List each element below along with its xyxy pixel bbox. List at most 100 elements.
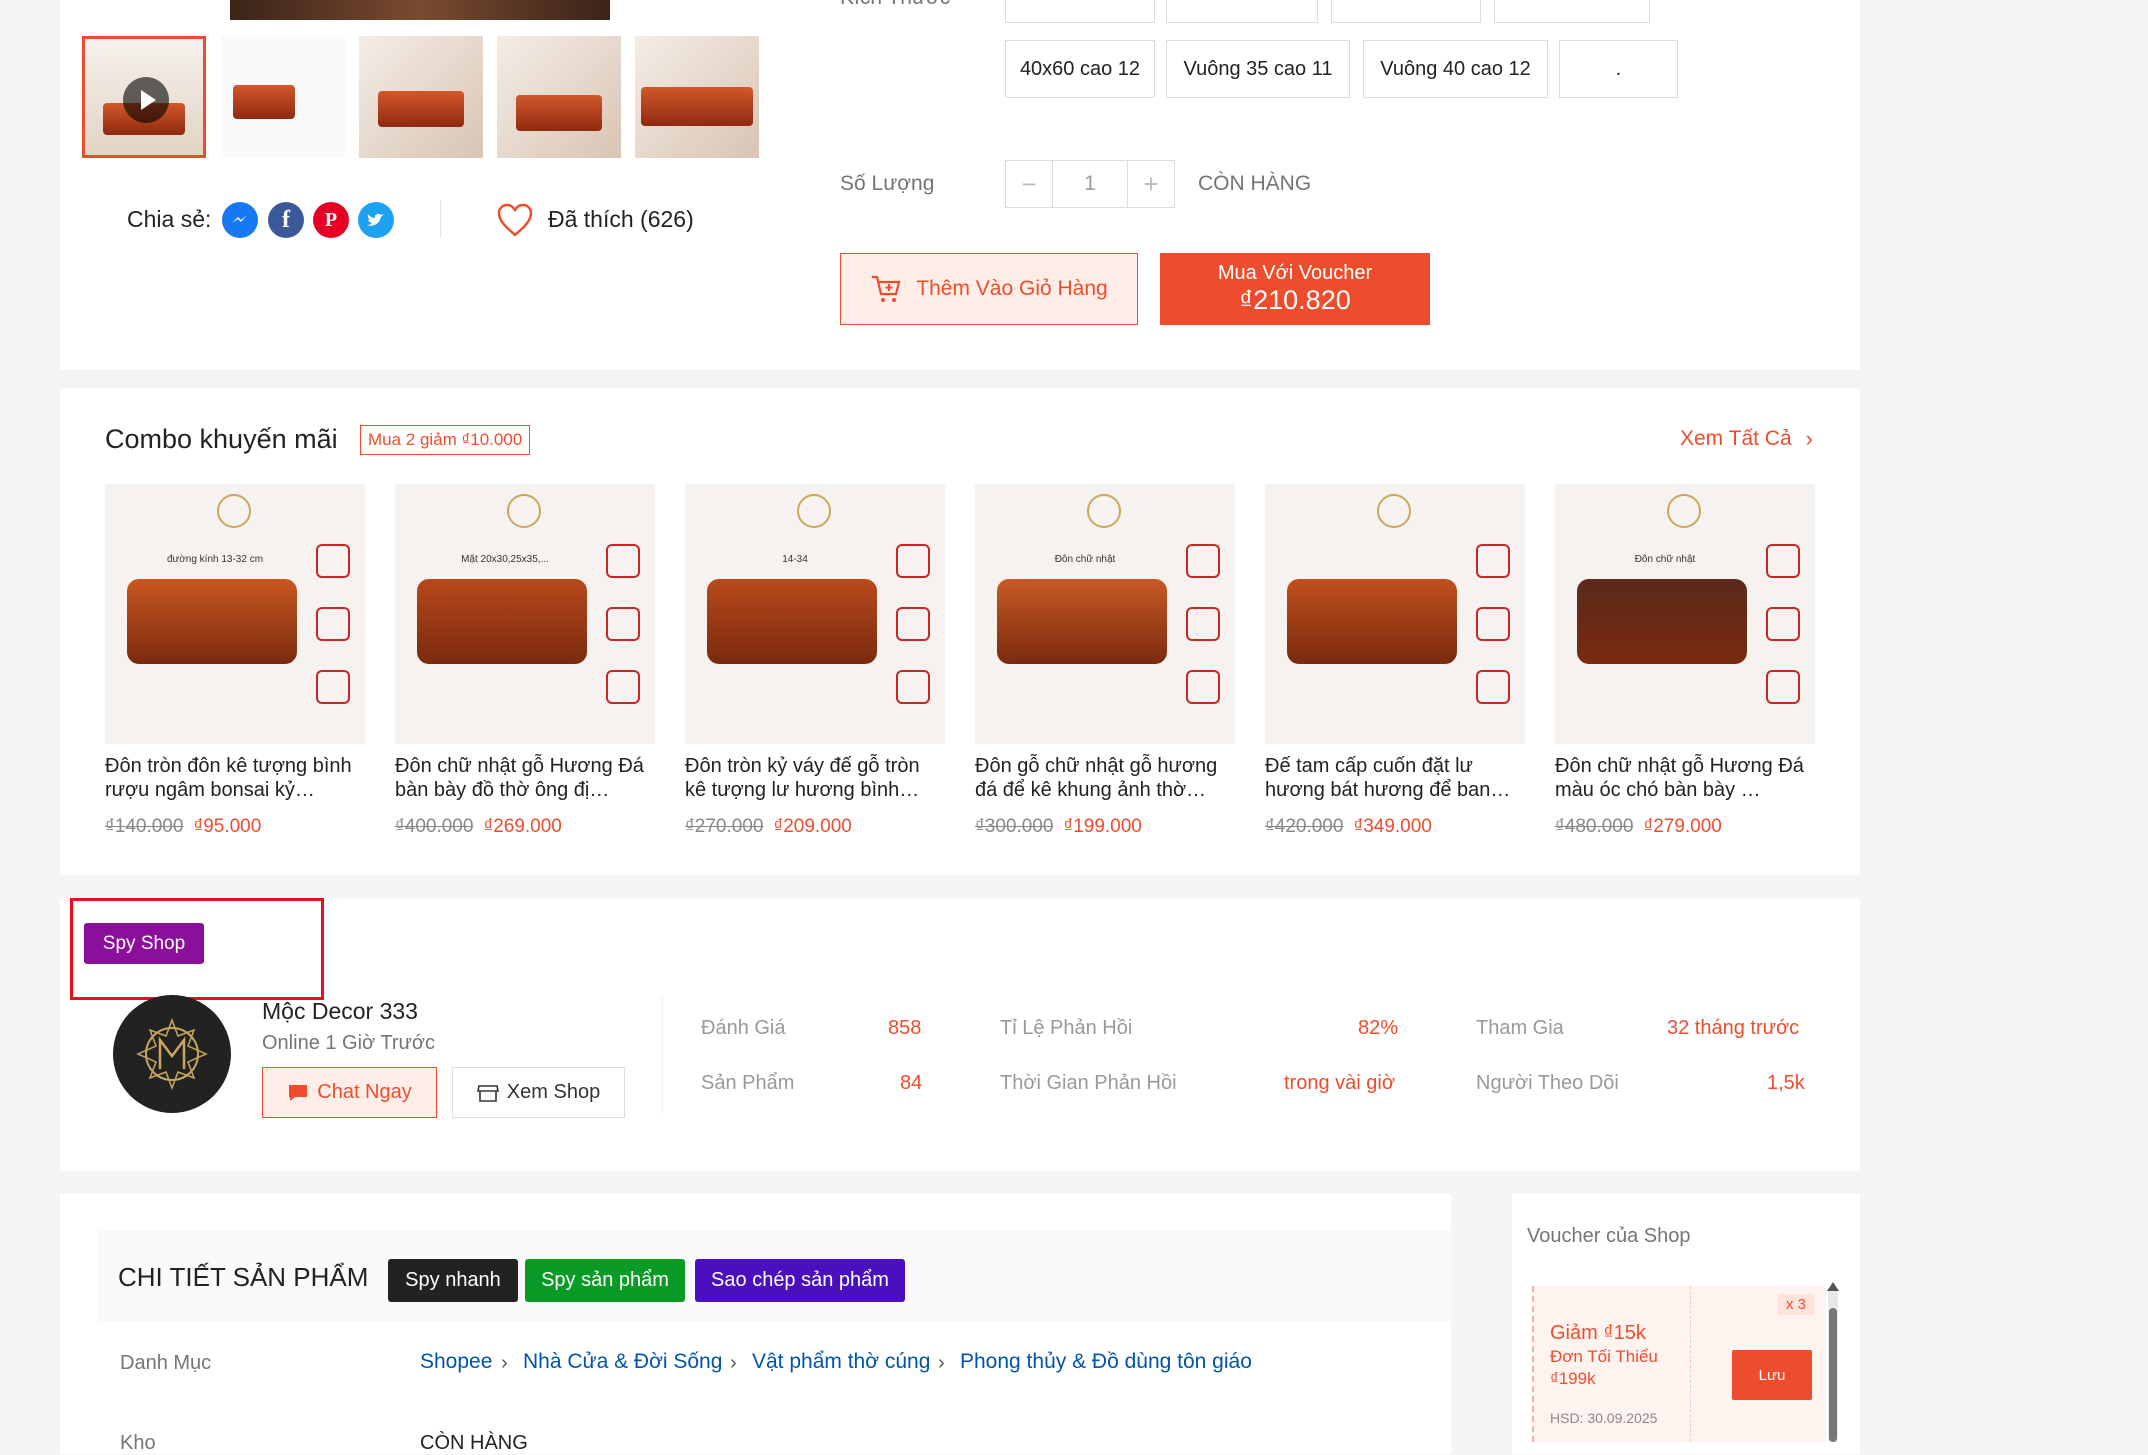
combo-product-card[interactable]: Đôn chữ nhật Đôn gỗ chữ nhật gỗ hương đá … bbox=[975, 484, 1235, 838]
voucher-title: Voucher của Shop bbox=[1527, 1225, 1691, 1247]
chevron-right-icon: › bbox=[501, 1352, 508, 1374]
quantity-stepper: − 1 + bbox=[1005, 160, 1175, 208]
old-price: ₫140.000 bbox=[105, 816, 184, 837]
new-price: ₫209.000 bbox=[773, 816, 852, 837]
combo-product-image[interactable]: Đôn chữ nhật bbox=[1555, 484, 1815, 744]
stat-followers-value: 1,5k bbox=[1767, 1072, 1805, 1094]
size-option[interactable]: 20x30 cao 10 bbox=[1005, 0, 1155, 23]
badge-icons bbox=[1473, 544, 1513, 704]
add-to-cart-label: Thêm Vào Giỏ Hàng bbox=[916, 277, 1108, 300]
size-option[interactable]: 25x35 cao 10 bbox=[1166, 0, 1318, 23]
size-option[interactable]: . bbox=[1559, 40, 1678, 98]
quality-icon bbox=[896, 607, 930, 641]
spy-fast-button[interactable]: Spy nhanh bbox=[388, 1259, 518, 1302]
size-label: Kích Thước bbox=[840, 0, 950, 10]
combo-product-name[interactable]: Đôn tròn kỷ váy đế gỗ tròn kê tượng lư h… bbox=[685, 754, 945, 802]
spy-shop-button[interactable]: Spy Shop bbox=[84, 923, 204, 964]
shipping-icon bbox=[1476, 670, 1510, 704]
old-price: ₫400.000 bbox=[395, 816, 474, 837]
view-shop-button[interactable]: Xem Shop bbox=[452, 1067, 625, 1118]
spy-product-button[interactable]: Spy sản phẩm bbox=[525, 1259, 685, 1302]
stat-rating-value: 858 bbox=[888, 1017, 922, 1039]
scroll-up-icon[interactable] bbox=[1827, 1282, 1839, 1291]
voucher-save-button[interactable]: Lưu bbox=[1732, 1350, 1812, 1400]
size-option[interactable]: 35x50 cao 12 bbox=[1494, 0, 1650, 23]
combo-product-name[interactable]: Đôn tròn đôn kê tượng bình rượu ngâm bon… bbox=[105, 754, 365, 802]
combo-product-image[interactable]: đường kính 13-32 cm bbox=[105, 484, 365, 744]
chat-now-button[interactable]: Chat Ngay bbox=[262, 1067, 437, 1118]
messenger-icon[interactable] bbox=[222, 202, 258, 238]
thumbnail-4[interactable] bbox=[497, 36, 621, 158]
combo-product-price: ₫300.000 ₫199.000 bbox=[975, 816, 1235, 838]
stat-products-value: 84 bbox=[900, 1072, 923, 1094]
quantity-input[interactable]: 1 bbox=[1053, 161, 1127, 207]
combo-product-price: ₫140.000 ₫95.000 bbox=[105, 816, 365, 838]
breadcrumb-feng-shui[interactable]: Phong thủy & Đồ dùng tôn giáo bbox=[960, 1350, 1252, 1374]
size-option[interactable]: 40x60 cao 12 bbox=[1005, 40, 1155, 98]
combo-product-price: ₫400.000 ₫269.000 bbox=[395, 816, 655, 838]
combo-product-card[interactable]: đường kính 13-32 cm Đôn tròn đôn kê tượng… bbox=[105, 484, 365, 838]
combo-product-card[interactable]: Mặt 20x30,25x35,... Đôn chữ nhật gỗ Hương… bbox=[395, 484, 655, 838]
combo-product-image[interactable] bbox=[1265, 484, 1525, 744]
combo-product-image[interactable]: Đôn chữ nhật bbox=[975, 484, 1235, 744]
combo-product-name[interactable]: Đôn chữ nhật gỗ Hương Đá bàn bày đồ thờ … bbox=[395, 754, 655, 802]
voucher-scrollbar[interactable] bbox=[1828, 1288, 1838, 1442]
new-price: ₫199.000 bbox=[1063, 816, 1142, 837]
minus-button[interactable]: − bbox=[1006, 161, 1053, 207]
voucher-ticket-divider bbox=[1690, 1286, 1691, 1442]
play-icon[interactable] bbox=[123, 77, 169, 123]
stock-status: CÒN HÀNG bbox=[1198, 172, 1312, 195]
size-option[interactable]: 30x40 cao 10 bbox=[1331, 0, 1481, 23]
combo-product-image[interactable]: Mặt 20x30,25x35,... bbox=[395, 484, 655, 744]
main-product-image[interactable] bbox=[230, 0, 610, 20]
share-divider bbox=[440, 200, 441, 238]
thumbnail-2[interactable] bbox=[221, 36, 345, 158]
brand-logo-icon bbox=[217, 494, 251, 528]
stat-joined-label: Tham Gia bbox=[1476, 1017, 1564, 1039]
badge-icons bbox=[603, 544, 643, 704]
combo-product-card[interactable]: 14-34 Đôn tròn kỷ váy đế gỗ tròn kê tượng… bbox=[685, 484, 945, 838]
thumbnail-3[interactable] bbox=[359, 36, 483, 158]
thumbnail-video[interactable] bbox=[82, 36, 206, 158]
combo-product-name[interactable]: Đôn gỗ chữ nhật gỗ hương đá để kê khung … bbox=[975, 754, 1235, 802]
voucher-qty-badge: x 3 bbox=[1778, 1294, 1815, 1315]
quality-icon bbox=[1476, 607, 1510, 641]
combo-product-name[interactable]: Đế tam cấp cuốn đặt lư hương bát hương đ… bbox=[1265, 754, 1525, 802]
old-price: ₫300.000 bbox=[975, 816, 1054, 837]
brand-logo-icon bbox=[1667, 494, 1701, 528]
product-photo bbox=[997, 579, 1167, 664]
thumbnail-5[interactable] bbox=[635, 36, 759, 158]
spy-shop-label: Spy Shop bbox=[102, 932, 186, 954]
stat-response-rate-value: 82% bbox=[1358, 1017, 1399, 1039]
combo-product-name[interactable]: Đôn chữ nhật gỗ Hương Đá màu óc chó bàn … bbox=[1555, 754, 1815, 802]
breadcrumb-home-living[interactable]: Nhà Cửa & Đời Sống bbox=[523, 1350, 722, 1374]
shipping-icon bbox=[896, 670, 930, 704]
see-all-link[interactable]: Xem Tất Cả › bbox=[1680, 426, 1813, 452]
product-caption: Đôn chữ nhật bbox=[1054, 554, 1116, 565]
spy-product-label: Spy sản phẩm bbox=[541, 1269, 669, 1291]
shipping-icon bbox=[1766, 670, 1800, 704]
size-option[interactable]: Vuông 35 cao 11 bbox=[1166, 40, 1350, 98]
product-caption: 14-34 bbox=[782, 554, 808, 565]
combo-product-card[interactable]: Đôn chữ nhật Đôn chữ nhật gỗ Hương Đá màu… bbox=[1555, 484, 1815, 838]
add-to-cart-button[interactable]: Thêm Vào Giỏ Hàng bbox=[840, 253, 1138, 325]
breadcrumb-shopee[interactable]: Shopee bbox=[420, 1350, 492, 1374]
stat-rating-label: Đánh Giá bbox=[701, 1017, 786, 1039]
scrollbar-thumb[interactable] bbox=[1829, 1308, 1837, 1442]
voucher-expiry: HSD: 30.09.2025 bbox=[1550, 1410, 1658, 1426]
breadcrumb-worship-items[interactable]: Vật phẩm thờ cúng bbox=[752, 1350, 930, 1374]
buy-with-voucher-button[interactable]: Mua Với Voucher ₫210.820 bbox=[1160, 253, 1430, 325]
combo-product-card[interactable]: Đế tam cấp cuốn đặt lư hương bát hương đ… bbox=[1265, 484, 1525, 838]
size-option[interactable]: Vuông 40 cao 12 bbox=[1363, 40, 1548, 98]
twitter-icon[interactable] bbox=[358, 202, 394, 238]
pinterest-icon[interactable]: P bbox=[313, 202, 349, 238]
shop-avatar[interactable] bbox=[113, 995, 231, 1113]
stock-value: CÒN HÀNG bbox=[420, 1432, 528, 1454]
copy-product-button[interactable]: Sao chép sản phẩm bbox=[695, 1259, 905, 1302]
new-price: ₫349.000 bbox=[1353, 816, 1432, 837]
facebook-icon[interactable]: f bbox=[268, 202, 304, 238]
product-photo bbox=[417, 579, 587, 664]
heart-icon[interactable] bbox=[496, 202, 534, 243]
plus-button[interactable]: + bbox=[1127, 161, 1174, 207]
combo-product-image[interactable]: 14-34 bbox=[685, 484, 945, 744]
